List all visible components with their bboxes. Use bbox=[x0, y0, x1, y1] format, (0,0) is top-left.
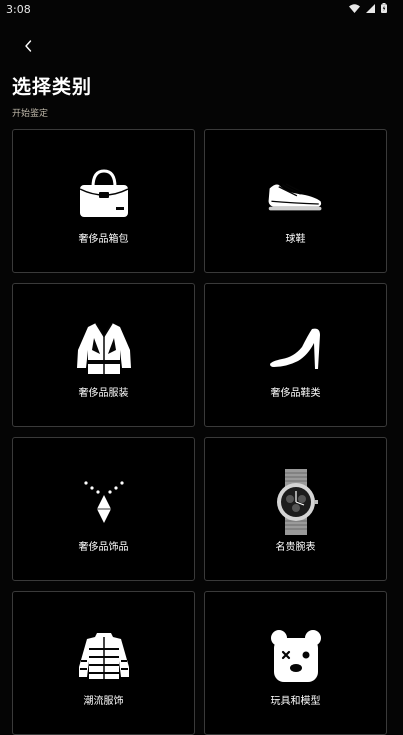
category-card-streetwear[interactable]: 潮流服饰 bbox=[12, 591, 195, 735]
necklace-icon bbox=[74, 474, 134, 530]
bear-toy-icon bbox=[266, 628, 326, 684]
status-bar: 3:08 bbox=[0, 0, 403, 18]
status-time: 3:08 bbox=[6, 3, 31, 16]
jacket-icon bbox=[74, 320, 134, 376]
back-button[interactable] bbox=[16, 34, 40, 58]
handbag-icon bbox=[74, 166, 134, 222]
category-label: 潮流服饰 bbox=[83, 696, 124, 707]
category-label: 玩具和模型 bbox=[270, 696, 321, 707]
category-card-luxury-bags[interactable]: 奢侈品箱包 bbox=[12, 129, 195, 273]
watch-icon bbox=[266, 469, 326, 535]
category-label: 名贵腕表 bbox=[275, 542, 316, 553]
signal-icon bbox=[366, 3, 375, 13]
category-card-luxury-clothing[interactable]: 奢侈品服装 bbox=[12, 283, 195, 427]
category-label: 奢侈品饰品 bbox=[78, 542, 129, 553]
high-heel-icon bbox=[266, 320, 326, 376]
page-title: 选择类别 bbox=[12, 76, 93, 98]
category-label: 奢侈品箱包 bbox=[78, 234, 129, 245]
wifi-icon bbox=[349, 3, 360, 13]
status-icons bbox=[349, 3, 387, 13]
category-card-sneakers[interactable]: 球鞋 bbox=[204, 129, 387, 273]
category-card-toys-models[interactable]: 玩具和模型 bbox=[204, 591, 387, 735]
category-label: 奢侈品服装 bbox=[78, 388, 129, 399]
sneaker-icon bbox=[266, 166, 326, 222]
category-card-luxury-shoes[interactable]: 奢侈品鞋类 bbox=[204, 283, 387, 427]
battery-icon bbox=[381, 3, 387, 13]
chevron-left-icon bbox=[25, 40, 32, 52]
category-card-luxury-watches[interactable]: 名贵腕表 bbox=[204, 437, 387, 581]
category-card-luxury-accessories[interactable]: 奢侈品饰品 bbox=[12, 437, 195, 581]
puffer-jacket-icon bbox=[74, 628, 134, 684]
category-label: 奢侈品鞋类 bbox=[270, 388, 321, 399]
page-subtitle: 开始鉴定 bbox=[12, 109, 49, 119]
category-grid: 奢侈品箱包 球鞋 奢侈品服装 奢侈品鞋类 奢侈品饰品 名贵腕表 潮流服饰 玩具和… bbox=[12, 129, 388, 735]
category-label: 球鞋 bbox=[285, 234, 306, 245]
